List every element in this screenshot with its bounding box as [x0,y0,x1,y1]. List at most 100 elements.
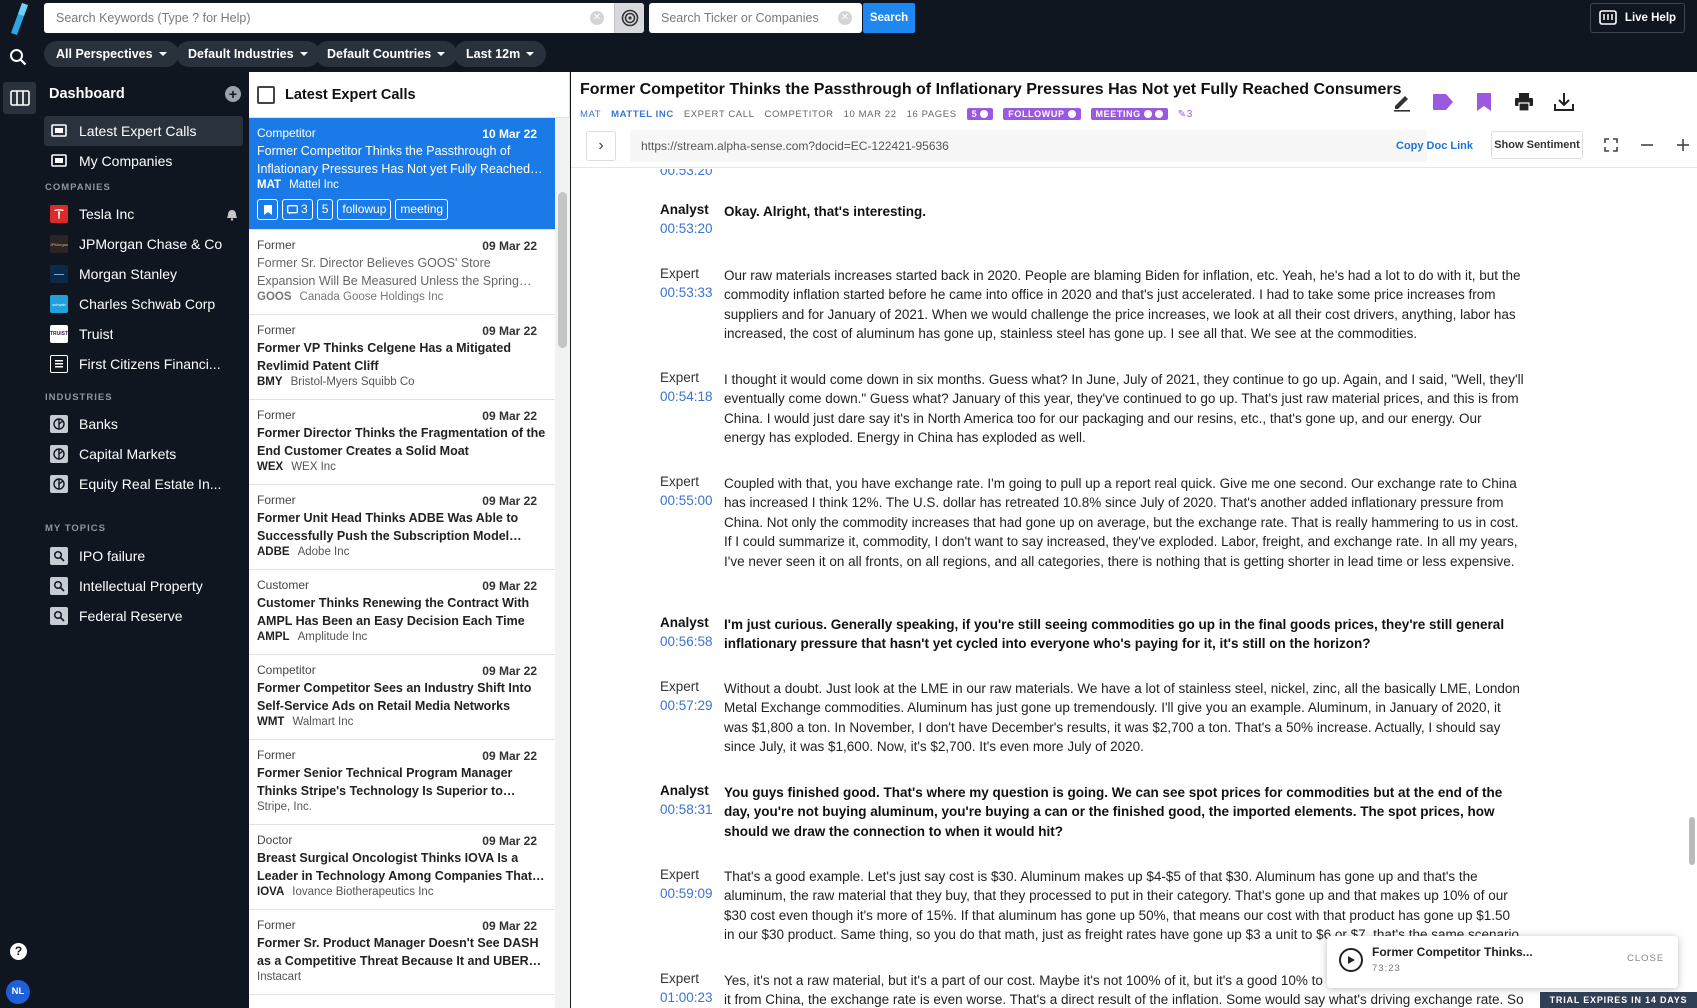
top-bar: ✕ ✕ Search Live Help All Perspectives De… [0,0,1697,72]
count-badge[interactable]: 5 [316,199,334,220]
card-company: BMY Bristol-Myers Squibb Co [257,376,415,388]
zoom-in-icon[interactable] [1672,134,1694,156]
bookmark-icon[interactable] [1472,90,1496,114]
timestamp[interactable]: 00:56:58 [660,634,713,649]
download-icon[interactable] [1552,90,1576,114]
alphasense-logo[interactable] [8,2,30,36]
listen-icon[interactable] [614,3,644,33]
card-title: Former Senior Technical Program Manager … [257,766,513,798]
comments-badge[interactable]: 3 [282,199,313,220]
timestamp[interactable]: 01:00:23 [660,990,713,1005]
sidebar-item-first-citizens[interactable]: First Citizens Financi... [44,349,243,379]
keyword-search-input[interactable] [44,3,590,33]
tag-meeting[interactable]: meeting [395,199,449,220]
sidebar-item-my-companies[interactable]: My Companies [44,146,243,176]
building-icon [50,355,68,373]
sidebar-item-intellectual-property[interactable]: Intellectual Property [44,571,243,601]
play-icon[interactable] [1339,948,1363,972]
timestamp[interactable]: 00:58:31 [660,802,713,817]
transcript-text: Our raw materials increases started back… [724,268,1521,342]
print-icon[interactable] [1512,90,1536,114]
sidebar-item-charles-schwab[interactable]: schwab Charles Schwab Corp [44,289,243,319]
list-item[interactable]: Doctor 09 Mar 22 Breast Surgical Oncolog… [249,825,555,910]
live-help-button[interactable]: Live Help [1590,3,1685,33]
list-item[interactable]: Customer 09 Mar 22 Customer Thinks Renew… [249,570,555,655]
timestamp[interactable]: 00:55:00 [660,493,713,508]
tag-followup[interactable]: followup [337,199,392,220]
avatar[interactable]: NL [6,980,30,1004]
add-icon[interactable]: + [225,86,241,102]
list-scrollbar-thumb[interactable] [558,192,567,348]
zoom-out-icon[interactable] [1636,134,1658,156]
meta-ticker[interactable]: MAT [580,109,601,120]
monitor-icon [257,85,275,104]
timestamp[interactable]: 00:53:20 [660,221,713,236]
close-icon[interactable] [1067,110,1076,118]
timestamp[interactable]: 00:53:20 [660,169,713,178]
close-icon[interactable] [1154,110,1163,118]
card-title: Former VP Thinks Celgene Has a Mitigated… [257,341,512,373]
industries-filter[interactable]: Default Industries [176,41,320,67]
ticker-search-input[interactable] [649,3,838,33]
sidebar-item-tesla[interactable]: Tesla Inc [44,199,243,229]
list-item[interactable]: Former 09 Mar 22 Former Sr. Director Bel… [249,230,555,315]
meta-tag-followup[interactable]: FOLLOWUP [1003,108,1081,120]
bell-icon[interactable] [226,209,238,221]
sidebar-item-latest-expert-calls[interactable]: Latest Expert Calls [44,116,243,146]
document-scrollbar-thumb[interactable] [1689,817,1695,865]
meta-company[interactable]: MATTEL INC [611,109,674,120]
sidebar-item-truist[interactable]: TRUIST Truist [44,319,243,349]
meta-date: 10 MAR 22 [843,108,897,120]
search-button[interactable]: Search [863,3,915,33]
sidebar-item-equity-real-estate[interactable]: Equity Real Estate In... [44,469,243,499]
list-scrollbar[interactable] [555,118,570,1008]
tag-icon[interactable] [1431,90,1455,114]
list-item[interactable]: Former 09 Mar 22 Former VP Thinks Celgen… [249,315,555,400]
document-scrollbar[interactable] [1687,169,1697,1008]
meta-tag-meeting[interactable]: MEETING [1090,108,1168,120]
sidebar-item-federal-reserve[interactable]: Federal Reserve [44,601,243,631]
help-icon[interactable]: ? [10,943,27,960]
clear-keyword-icon[interactable]: ✕ [590,11,604,25]
close-icon[interactable] [980,110,989,118]
timestamp[interactable]: 00:57:29 [660,698,713,713]
list-item[interactable]: Former 09 Mar 22 Former Sr. Product Mana… [249,910,555,995]
monitor-icon [50,152,68,170]
list-item[interactable]: Former 09 Mar 22 Former Director Thinks … [249,400,555,485]
meta-pages: 16 PAGES [906,108,957,120]
list-item[interactable]: Competitor 09 Mar 22 Former Competitor S… [249,655,555,740]
fullscreen-icon[interactable] [1600,134,1622,156]
copy-doc-link-button[interactable]: Copy Doc Link [1396,130,1473,162]
card-company: Stripe, Inc. [257,801,312,813]
date-range-filter[interactable]: Last 12m [454,41,547,67]
sidebar-item-jpmorgan[interactable]: JPMorgan JPMorgan Chase & Co [44,229,243,259]
trial-banner[interactable]: TRIAL EXPIRES IN 14 DAYS [1540,992,1697,1008]
sidebar-item-capital-markets[interactable]: Capital Markets [44,439,243,469]
pencil-icon[interactable] [1390,90,1414,114]
sidebar-item-banks[interactable]: Banks [44,409,243,439]
search-icon[interactable] [9,48,27,66]
doc-url-field[interactable]: https://stream.alpha-sense.com?docid=EC-… [630,130,1427,162]
sidebar-item-ipo-failure[interactable]: IPO failure [44,541,243,571]
companies-section-label: COMPANIES [45,182,111,193]
speaker: Expert [660,266,700,281]
timestamp[interactable]: 00:54:18 [660,389,713,404]
timestamp[interactable]: 00:59:09 [660,886,713,901]
sidebar-item-morgan-stanley[interactable]: Morgan Stanley [44,259,243,289]
edit-count[interactable]: ✎3 [1178,109,1193,120]
clear-ticker-icon[interactable]: ✕ [838,11,852,25]
player-close-button[interactable]: CLOSE [1627,953,1664,964]
card-company: Instacart [257,971,302,983]
dashboard-nav-button[interactable] [3,82,36,114]
meta-count-tag[interactable]: 5 [966,108,994,120]
countries-filter[interactable]: Default Countries [315,41,458,67]
list-item[interactable]: Former 09 Mar 22 Former Unit Head Thinks… [249,485,555,570]
bookmark-icon[interactable] [257,199,278,220]
list-item-selected[interactable]: Competitor 10 Mar 22 Former Competitor T… [249,118,555,230]
show-sentiment-button[interactable]: Show Sentiment [1491,131,1583,159]
perspectives-filter[interactable]: All Perspectives [44,41,179,67]
chevron-right-icon[interactable]: › [586,131,616,161]
live-help-label: Live Help [1624,12,1677,24]
timestamp[interactable]: 00:53:33 [660,285,713,300]
list-item[interactable]: Former 09 Mar 22 Former Senior Technical… [249,740,555,825]
